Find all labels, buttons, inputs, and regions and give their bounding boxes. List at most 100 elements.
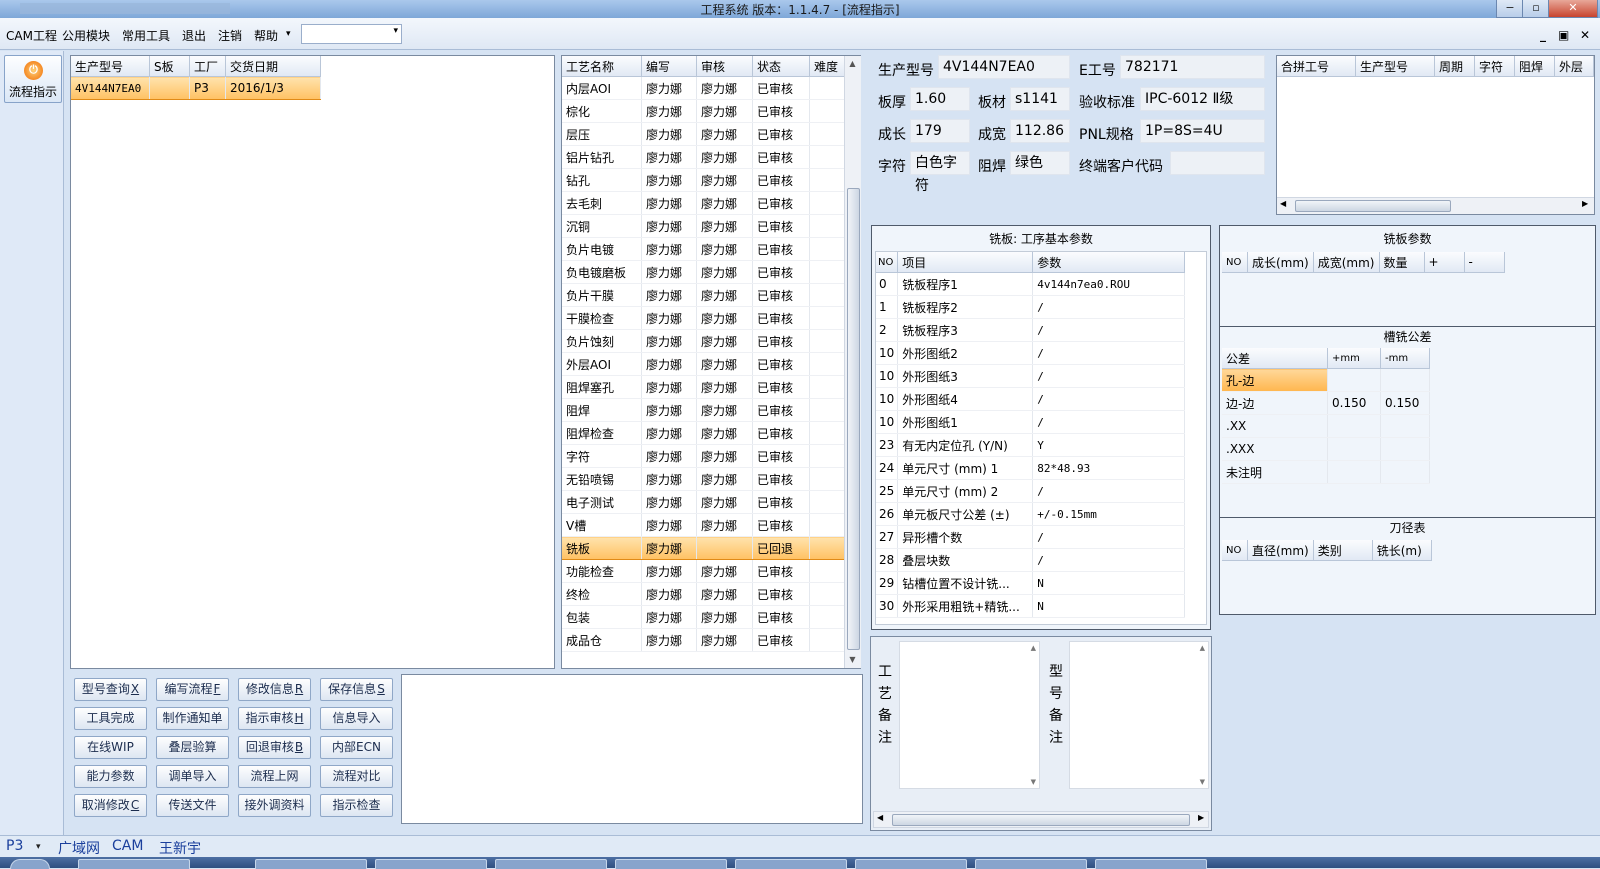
cell-reviewer[interactable]: 廖力娜 <box>696 260 753 284</box>
action-button[interactable]: 能力参数 <box>74 765 147 788</box>
cell-item[interactable]: 外形图纸1 <box>897 410 1034 434</box>
cell-writer[interactable]: 廖力娜 <box>641 582 697 606</box>
table-row[interactable]: 29 钻槽位置不设计铣... N <box>876 571 1186 595</box>
cell-process-name[interactable]: 铝片钻孔 <box>562 145 642 169</box>
table-row[interactable]: 10 外形图纸4/ <box>876 387 1186 411</box>
menu-help[interactable]: 帮助 <box>254 27 278 44</box>
cell-status[interactable]: 已审核 <box>752 352 810 376</box>
table-row[interactable]: .XX <box>1222 414 1430 438</box>
cell-process-name[interactable]: 负电镀磨板 <box>562 260 642 284</box>
col-param[interactable]: 参数 <box>1032 252 1186 273</box>
width-field[interactable]: 112.86 <box>1010 119 1070 143</box>
table-row[interactable]: 沉铜 廖力娜 廖力娜 已审核 <box>562 214 849 238</box>
table-row[interactable]: 4V144N7EA0 P3 2016/1/3 <box>71 76 321 100</box>
cell-plus-mm[interactable]: 0.150 <box>1327 391 1381 415</box>
cell-process-name[interactable]: 阻焊塞孔 <box>562 375 642 399</box>
cell-difficulty[interactable] <box>809 237 849 261</box>
chevron-down-icon[interactable]: ▾ <box>36 842 41 852</box>
cell-item[interactable]: 异形槽个数 <box>897 525 1034 549</box>
table-row[interactable]: 28 叠层块数 / <box>876 548 1186 572</box>
col-status[interactable]: 状态 <box>752 56 810 77</box>
maximize-window-button[interactable]: ▫ <box>1522 0 1550 18</box>
cell-process-name[interactable]: 层压 <box>562 122 642 146</box>
col-plus-mm[interactable]: +mm <box>1327 348 1381 369</box>
col-board-minus[interactable]: - <box>1464 252 1505 273</box>
action-button[interactable]: 型号查询X <box>74 678 147 701</box>
cell-item[interactable]: 外形采用粗铣+精铣... <box>897 594 1034 618</box>
col-factory[interactable]: 工厂 <box>189 56 226 77</box>
cell-param[interactable]: / <box>1032 318 1186 342</box>
action-button[interactable]: 接外调资料 <box>238 794 311 817</box>
table-row[interactable]: 钻孔 廖力娜 廖力娜 已审核 <box>562 168 849 192</box>
cell-no[interactable]: 2 <box>876 318 899 342</box>
cell-reviewer[interactable]: 廖力娜 <box>696 513 753 537</box>
table-row[interactable]: 成品仓 廖力娜 廖力娜 已审核 <box>562 628 849 652</box>
cell-writer[interactable]: 廖力娜 <box>641 559 697 583</box>
cell-process-name[interactable]: 终检 <box>562 582 642 606</box>
action-button[interactable]: 信息导入 <box>320 707 393 730</box>
cell-plus-mm[interactable] <box>1327 460 1381 484</box>
cell-difficulty[interactable] <box>809 99 849 123</box>
cell-tolerance[interactable]: 未注明 <box>1222 460 1328 484</box>
cell-writer[interactable]: 廖力娜 <box>641 122 697 146</box>
cell-writer[interactable]: 廖力娜 <box>641 76 697 100</box>
cell-writer[interactable]: 廖力娜 <box>641 168 697 192</box>
cell-tolerance[interactable]: 边-边 <box>1222 391 1328 415</box>
cell-tolerance[interactable]: 孔-边 <box>1222 368 1328 392</box>
cell-item[interactable]: 钻槽位置不设计铣... <box>897 571 1034 595</box>
cell-status[interactable]: 已审核 <box>752 398 810 422</box>
table-row[interactable]: 阻焊塞孔 廖力娜 廖力娜 已审核 <box>562 375 849 399</box>
table-row[interactable]: 1 铣板程序2/ <box>876 295 1186 319</box>
cell-delivery-date[interactable]: 2016/1/3 <box>225 76 321 100</box>
col-board-length[interactable]: 成长(mm) <box>1247 252 1314 273</box>
action-button[interactable]: 内部ECN <box>320 736 393 759</box>
cell-process-name[interactable]: 去毛刺 <box>562 191 642 215</box>
cell-reviewer[interactable]: 廖力娜 <box>696 628 753 652</box>
cell-process-name[interactable]: 内层AOI <box>562 76 642 100</box>
cell-process-name[interactable]: V槽 <box>562 513 642 537</box>
table-row[interactable]: 干膜检查 廖力娜 廖力娜 已审核 <box>562 306 849 330</box>
scroll-right-icon[interactable]: ▶ <box>1198 813 1204 822</box>
cell-param[interactable]: Y <box>1032 433 1186 457</box>
cell-no[interactable]: 10 <box>876 387 899 411</box>
cell-difficulty[interactable] <box>809 421 849 445</box>
pnl-spec-field[interactable]: 1P=8S=4U <box>1140 119 1265 143</box>
action-button[interactable]: 调单导入 <box>156 765 229 788</box>
cell-status[interactable]: 已审核 <box>752 490 810 514</box>
table-row[interactable]: V槽 廖力娜 廖力娜 已审核 <box>562 513 849 537</box>
table-row[interactable]: 23 有无内定位孔 (Y/N) Y <box>876 433 1186 457</box>
close-window-button[interactable]: ✕ <box>1548 0 1598 18</box>
cell-process-name[interactable]: 铣板 <box>562 536 642 560</box>
cell-difficulty[interactable] <box>809 329 849 353</box>
cell-plus-mm[interactable] <box>1327 437 1381 461</box>
cell-param[interactable]: N <box>1032 594 1186 618</box>
cell-param[interactable]: / <box>1032 295 1186 319</box>
cell-process-name[interactable]: 阻焊 <box>562 398 642 422</box>
table-row[interactable]: 26 单元板尺寸公差 (±) +/-0.15mm <box>876 502 1186 526</box>
cell-difficulty[interactable] <box>809 490 849 514</box>
table-row[interactable]: 负片蚀刻 廖力娜 廖力娜 已审核 <box>562 329 849 353</box>
factory-select[interactable]: P3 <box>6 838 23 854</box>
cell-difficulty[interactable] <box>809 145 849 169</box>
customer-code-field[interactable] <box>1170 151 1265 175</box>
col-writer[interactable]: 编写 <box>641 56 697 77</box>
cell-param[interactable]: / <box>1032 387 1186 411</box>
scroll-thumb[interactable] <box>892 814 1190 826</box>
cell-process-name[interactable]: 钻孔 <box>562 168 642 192</box>
thickness-field[interactable]: 1.60 <box>910 87 970 111</box>
cell-item[interactable]: 外形图纸3 <box>897 364 1034 388</box>
cell-item[interactable]: 铣板程序2 <box>897 295 1034 319</box>
action-button[interactable]: 修改信息R <box>238 678 311 701</box>
col-board-qty[interactable]: 数量 <box>1379 252 1425 273</box>
cell-reviewer[interactable]: 廖力娜 <box>696 283 753 307</box>
cell-difficulty[interactable] <box>809 513 849 537</box>
scroll-up-icon[interactable]: ▲ <box>1200 644 1205 652</box>
cell-no[interactable]: 0 <box>876 272 899 296</box>
cell-s-board[interactable] <box>149 76 190 100</box>
cell-difficulty[interactable] <box>809 168 849 192</box>
cell-no[interactable]: 1 <box>876 295 899 319</box>
table-row[interactable]: 负片干膜 廖力娜 廖力娜 已审核 <box>562 283 849 307</box>
scroll-thumb[interactable] <box>847 188 860 650</box>
table-row[interactable]: 边-边 0.150 0.150 <box>1222 391 1430 415</box>
cell-process-name[interactable]: 负片蚀刻 <box>562 329 642 353</box>
